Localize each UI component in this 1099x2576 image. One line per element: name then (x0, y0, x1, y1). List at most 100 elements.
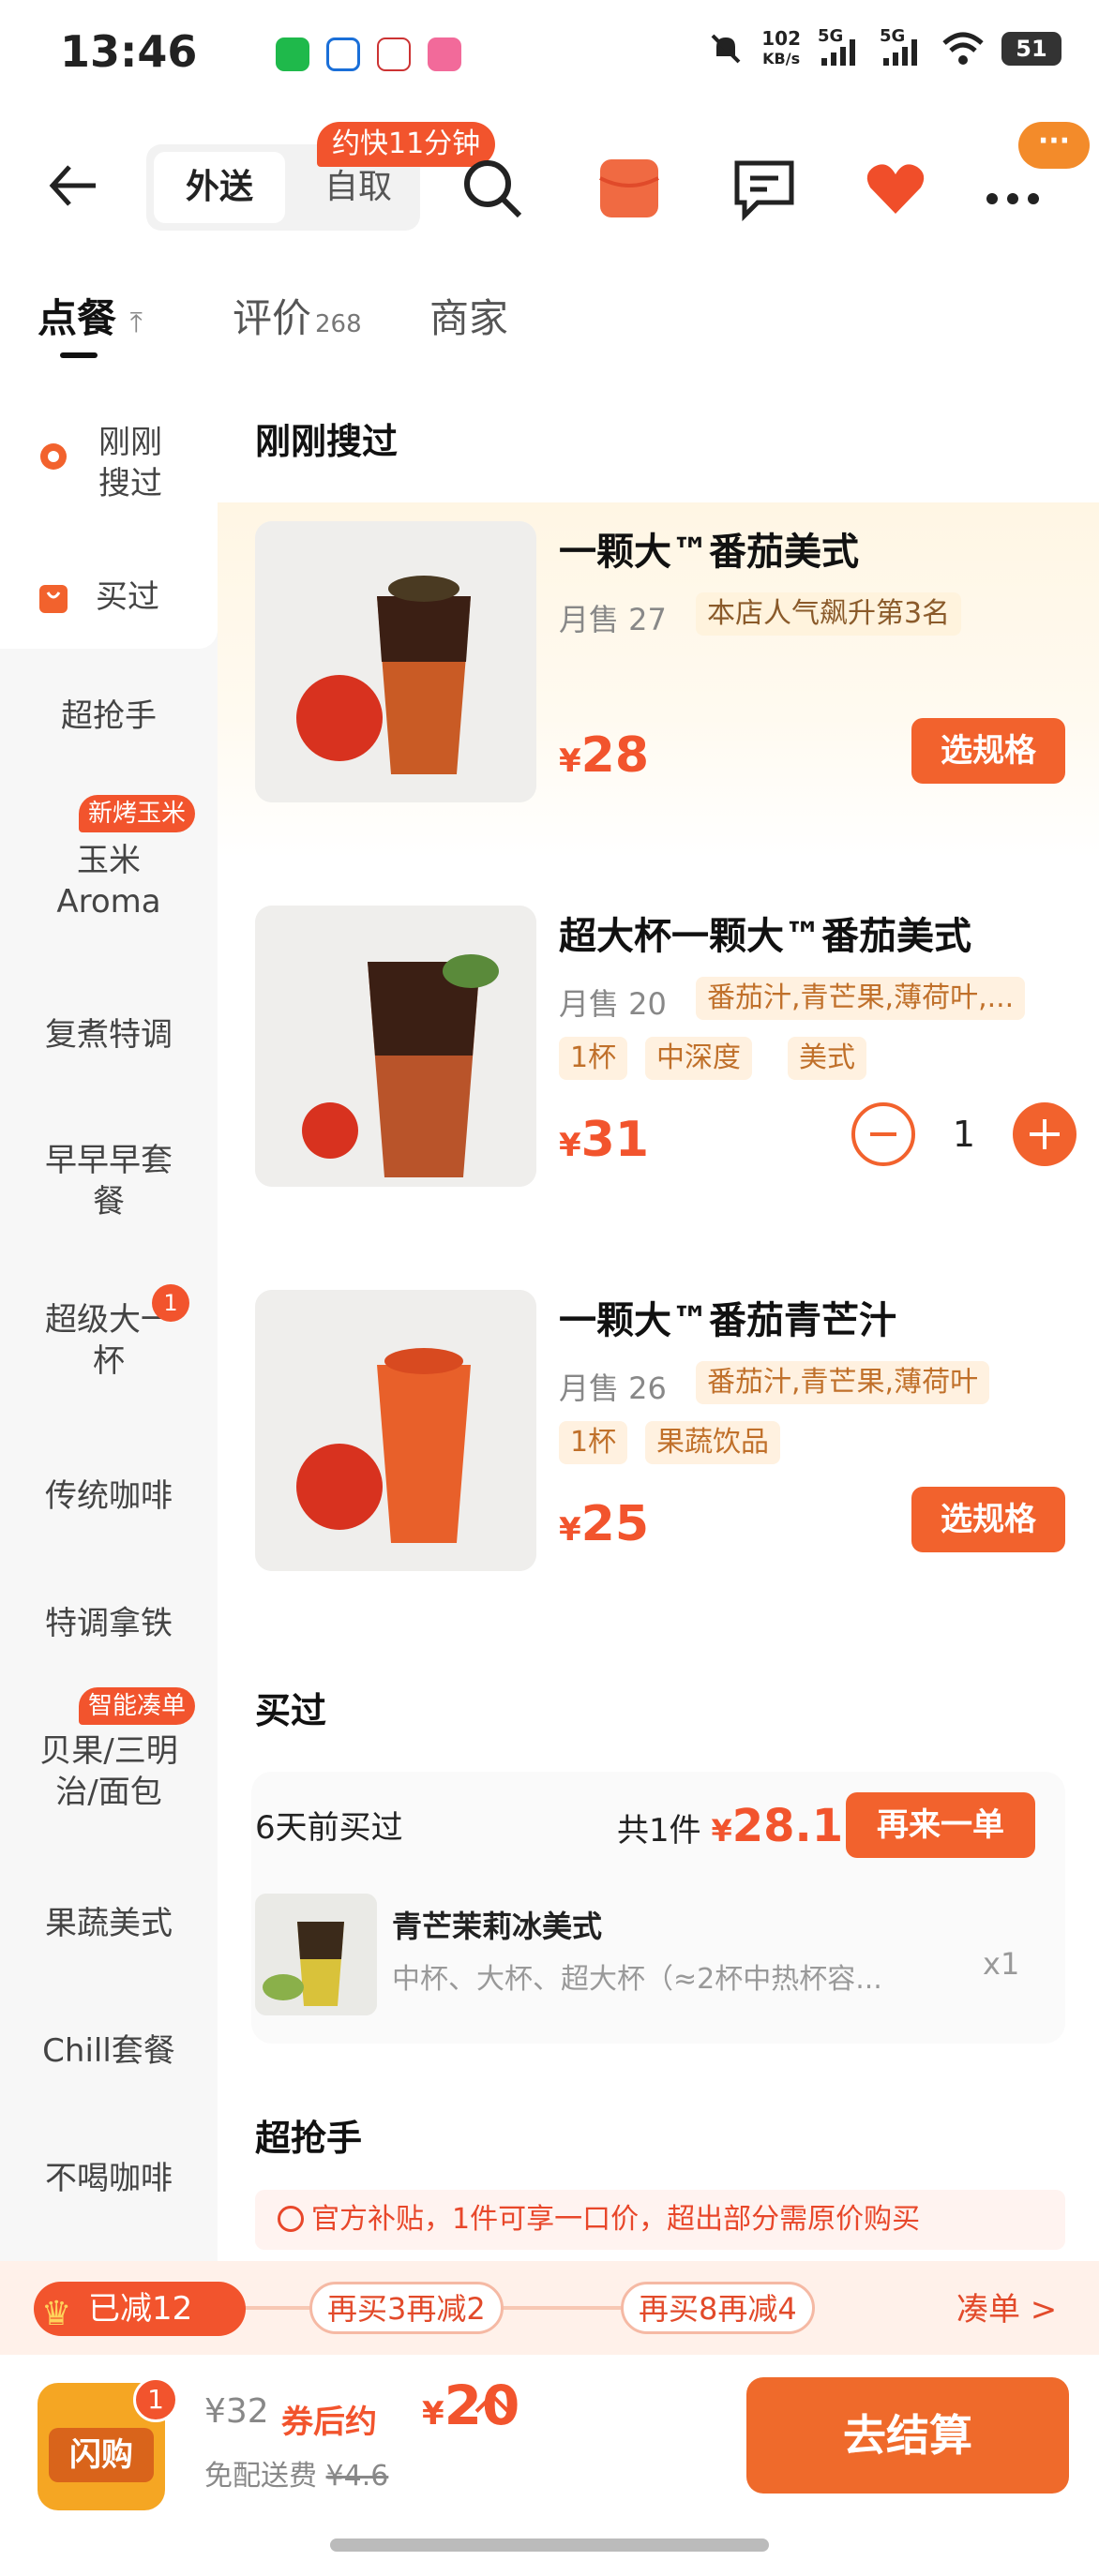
reviews-count: 268 (315, 310, 362, 338)
back-arrow-icon[interactable] (45, 157, 101, 214)
decrease-button[interactable] (851, 1102, 915, 1166)
system-icons: 102 KB/s 5G 5G 51 (707, 26, 1061, 69)
battery-indicator: 51 (1001, 32, 1061, 66)
sidebar-item-bakery[interactable]: 贝果/三明 治/面包 (0, 1730, 218, 1813)
status-time: 13:46 (60, 26, 198, 77)
original-total: ¥32 (204, 2392, 269, 2431)
quantity-stepper: 1 (851, 1097, 1076, 1172)
order-count: 共1件 (617, 1812, 701, 1850)
product-sales: 月售 20 (559, 986, 667, 1022)
product-card[interactable]: 一颗大™番茄美式 月售 27 本店人气飙升第3名 ¥28 选规格 (218, 502, 1099, 859)
current-discount: ♛ 已减12 (34, 2282, 246, 2336)
discount-step: 再买3再减2 (309, 2282, 504, 2334)
smart-bundle-badge: 智能凑单 (79, 1687, 196, 1725)
sidebar-item-corn[interactable]: 玉米 Aroma (0, 840, 218, 922)
sidebar-item-reboil[interactable]: 复煮特调 (0, 1014, 218, 1056)
select-spec-button[interactable]: 选规格 (911, 718, 1065, 784)
cart-bag-label: 闪购 (49, 2428, 154, 2482)
sidebar-item-classic-coffee[interactable]: 传统咖啡 (0, 1475, 218, 1517)
sidebar-item-bought[interactable]: 买过 (0, 546, 218, 649)
section-title-hot: 超抢手 (255, 2118, 363, 2159)
net-speed-value: 102 (761, 27, 801, 50)
price-value: 25 (580, 1496, 650, 1552)
product-card[interactable]: 一颗大™番茄青芒汁 月售 26 番茄汁,青芒果,薄荷叶 1杯 果蔬饮品 ¥25 … (218, 1271, 1099, 1627)
quantity-value: 1 (952, 1114, 976, 1155)
order-item-image (255, 1894, 377, 2015)
sidebar-item-breakfast[interactable]: 早早早套 餐 (0, 1140, 218, 1222)
order-price: 28.1 (731, 1800, 844, 1852)
calendar-icon (377, 37, 411, 71)
select-spec-button[interactable]: 选规格 (911, 1487, 1065, 1552)
currency-symbol: ¥ (711, 1813, 732, 1849)
shipping-original: ¥4.6 (325, 2460, 389, 2493)
home-indicator[interactable] (330, 2539, 769, 2552)
tab-order-label: 点餐 (38, 295, 117, 341)
product-sales: 月售 27 (559, 602, 667, 637)
product-tag: 美式 (788, 1037, 866, 1080)
after-coupon-label: 券后约 (281, 2404, 377, 2441)
net-speed: 102 KB/s (761, 28, 801, 69)
tab-reviews[interactable]: 评价 268 (233, 287, 362, 344)
checkout-button[interactable]: 去结算 (746, 2377, 1069, 2494)
tab-merchant[interactable]: 商家 (429, 287, 508, 344)
tab-order[interactable]: 点餐 ⤒ (38, 287, 143, 344)
order-time: 6天前买过 (255, 1809, 403, 1847)
sidebar-item-label: 买过 (96, 578, 159, 616)
product-tag: 番茄汁,青芒果,薄荷叶,... (696, 977, 1026, 1020)
notification-icons (225, 37, 461, 71)
category-sidebar: 刚刚 搜过 买过 超抢手 新烤玉米 玉米 Aroma 复煮特调 早早早套 餐 超… (0, 394, 218, 2269)
signal-2-label: 5G (880, 26, 906, 46)
search-icon[interactable] (459, 156, 525, 221)
sidebar-item-hot[interactable]: 超抢手 (0, 696, 218, 737)
sidebar-item-latte[interactable]: 特调拿铁 (0, 1603, 218, 1644)
signal-icon-1: 5G (818, 26, 863, 67)
previous-order-card[interactable]: 6天前买过 共1件 ¥28.1 再来一单 青芒茉莉冰美式 中杯、大杯、超大杯（≈… (251, 1772, 1065, 2044)
tab-delivery[interactable]: 外送 (154, 152, 285, 223)
sidebar-item-chill-set[interactable]: Chill套餐 (0, 2030, 218, 2072)
crown-icon: ♛ (41, 2295, 72, 2333)
message-icon[interactable] (731, 156, 797, 221)
sidebar-item-recent[interactable]: 刚刚 搜过 (0, 394, 218, 546)
check-circle-icon (278, 2206, 304, 2232)
bilibili-icon (428, 37, 461, 71)
product-name: 一颗大™番茄青芒汁 (559, 1299, 896, 1342)
sidebar-item-label: 刚刚 搜过 (98, 424, 162, 502)
pin-top-icon: ⤒ (129, 307, 143, 339)
section-title-bought: 买过 (255, 1690, 327, 1731)
content-tabs: 点餐 ⤒ 评价 268 商家 (0, 277, 1099, 362)
product-name: 一颗大™番茄美式 (559, 531, 859, 574)
product-tag: 果蔬饮品 (645, 1421, 780, 1464)
product-card[interactable]: 超大杯一颗大™番茄美式 月售 20 番茄汁,青芒果,薄荷叶,... 1杯 中深度… (218, 887, 1099, 1243)
product-tag: 中深度 (645, 1037, 752, 1080)
order-item-name: 青芒茉莉冰美式 (392, 1909, 603, 1944)
tab-reviews-label: 评价 (233, 295, 312, 341)
category-count-badge: 1 (152, 1284, 189, 1322)
signal-icon-2: 5G (880, 26, 925, 67)
product-price: ¥28 (559, 727, 650, 784)
eye-icon (40, 443, 67, 470)
more-badge: ··· (1018, 122, 1090, 169)
order-total: 共1件 ¥28.1 (617, 1800, 843, 1852)
signal-1-label: 5G (818, 26, 844, 46)
red-envelope-icon[interactable] (596, 156, 662, 221)
sidebar-item-fruit-americano[interactable]: 果蔬美式 (0, 1903, 218, 1944)
favorite-heart-icon[interactable] (863, 156, 928, 221)
top-nav: 外送 自取 约快11分钟 ··· (0, 122, 1099, 244)
price-value: 28 (580, 727, 650, 784)
product-image (255, 1290, 536, 1571)
product-tag: 番茄汁,青芒果,薄荷叶 (696, 1361, 990, 1404)
sidebar-item-no-coffee[interactable]: 不喝咖啡 (0, 2158, 218, 2199)
product-sales: 月售 26 (559, 1370, 667, 1406)
product-price: ¥25 (559, 1496, 650, 1552)
active-tab-indicator (60, 352, 98, 358)
net-speed-unit: KB/s (762, 50, 801, 67)
discount-step: 再买8再减4 (621, 2282, 815, 2334)
product-tag: 本店人气飙升第3名 (696, 592, 962, 636)
cart-count-badge: 1 (133, 2377, 178, 2422)
increase-button[interactable] (1013, 1102, 1076, 1166)
bundle-link[interactable]: 凑单 > (956, 2284, 1057, 2336)
shipping-label: 免配送费 (204, 2460, 317, 2493)
blank-app-icon (225, 37, 259, 71)
reorder-button[interactable]: 再来一单 (846, 1792, 1035, 1858)
product-name: 超大杯一颗大™番茄美式 (559, 915, 971, 958)
